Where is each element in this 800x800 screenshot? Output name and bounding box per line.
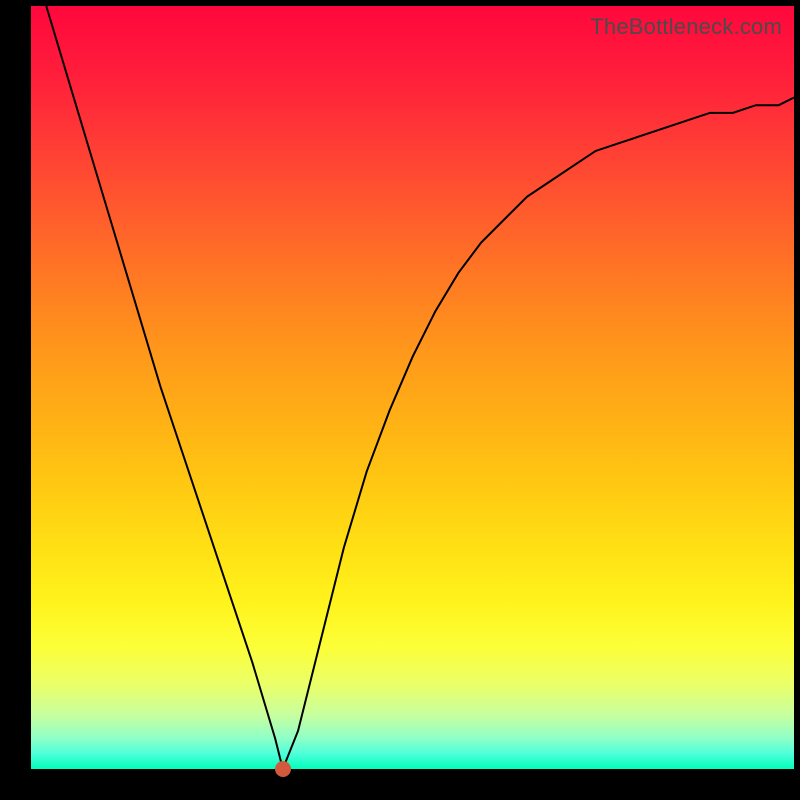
- bottleneck-curve-path: [46, 6, 794, 769]
- optimum-marker: [275, 761, 291, 777]
- plot-area: TheBottleneck.com: [31, 6, 794, 769]
- chart-frame: TheBottleneck.com: [0, 0, 800, 800]
- curve-svg: [31, 6, 794, 769]
